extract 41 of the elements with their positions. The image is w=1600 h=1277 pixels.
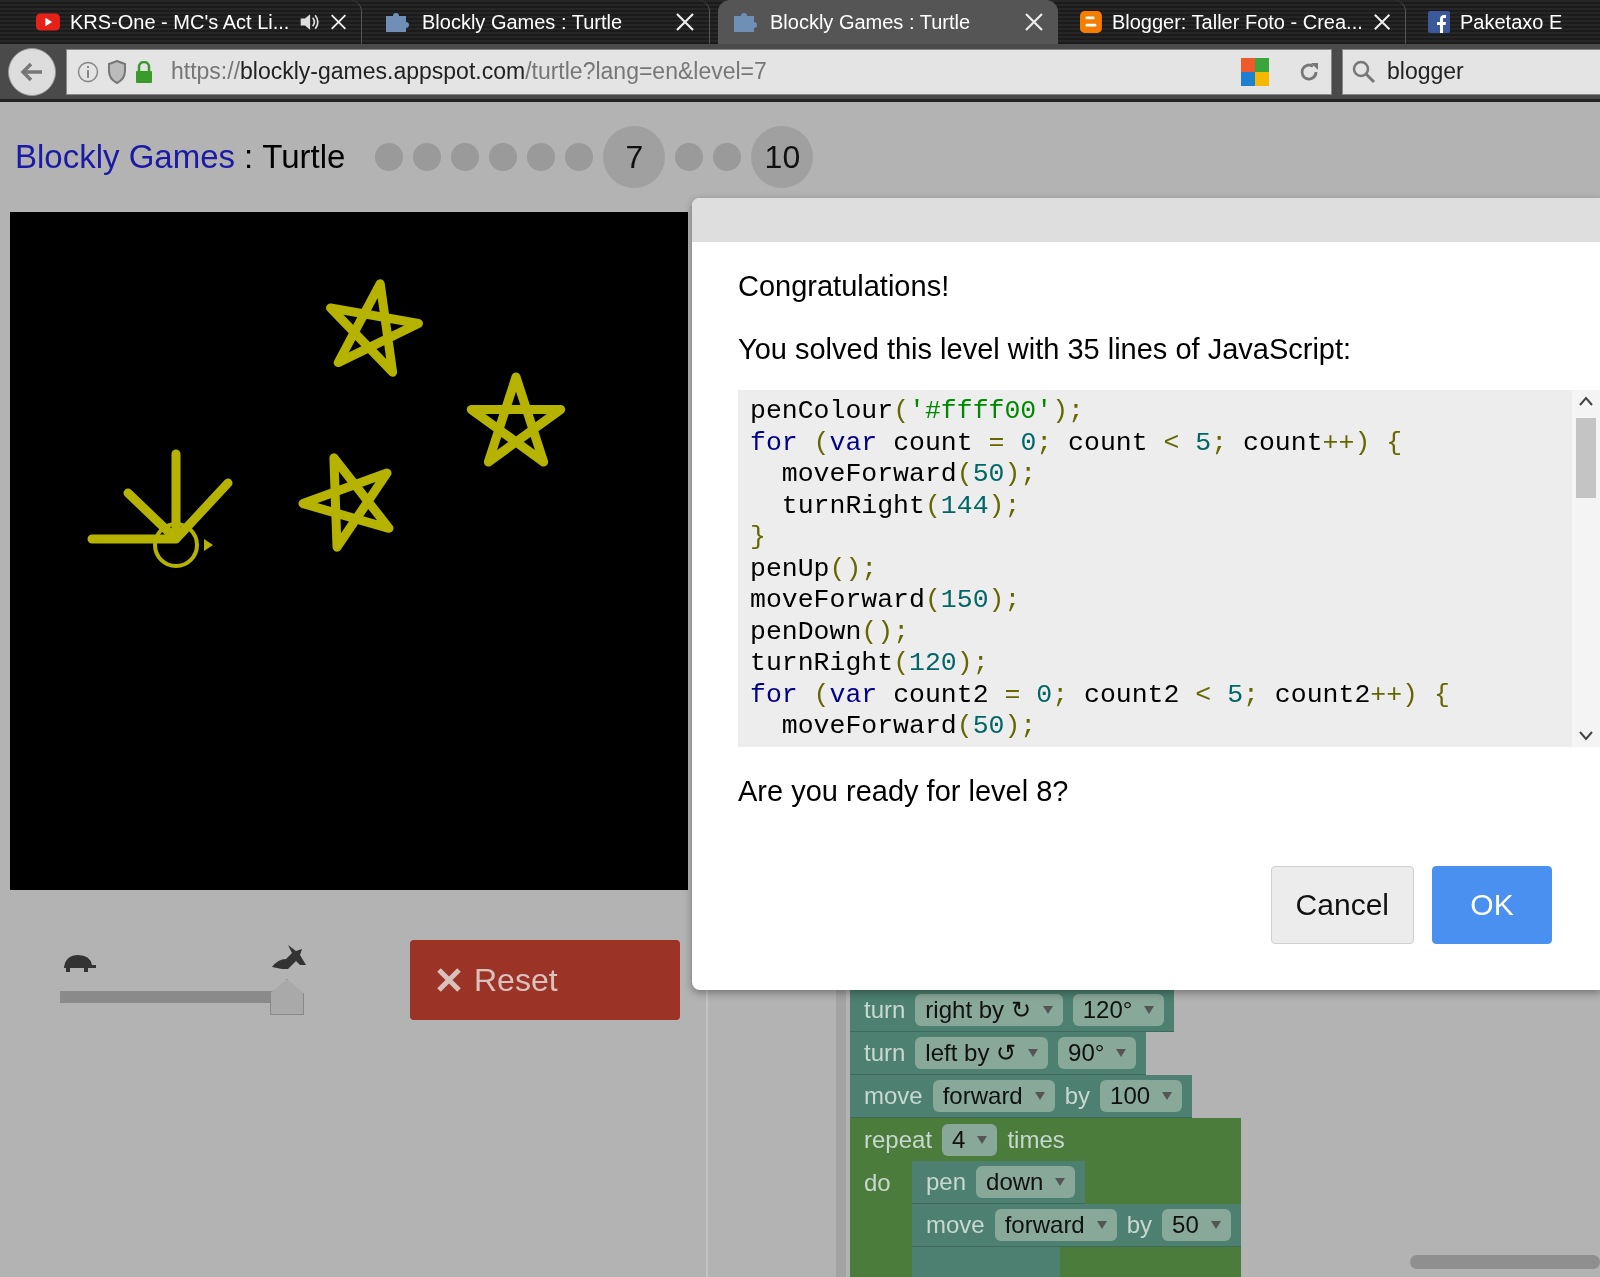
- block-label: do: [863, 1168, 892, 1198]
- browser-tab[interactable]: Blockly Games : Turtle: [718, 0, 1058, 44]
- repeat-block[interactable]: repeat 4 times do pen down move forward by 50: [850, 1118, 1241, 1277]
- block-dropdown[interactable]: left by ↺: [915, 1037, 1049, 1069]
- dialog-message: You solved this level with 35 lines of JavaScript:: [738, 333, 1353, 366]
- block-label: turn: [864, 996, 906, 1024]
- block-dropdown[interactable]: right by ↻: [915, 994, 1063, 1026]
- block-dropdown[interactable]: 90°: [1058, 1037, 1137, 1069]
- statement-block[interactable]: pen down: [912, 1161, 1086, 1204]
- url-text: https://blockly-games.appspot.com/turtle?lang=en&level=7: [171, 58, 768, 85]
- block-dropdown[interactable]: down: [976, 1166, 1076, 1198]
- block-label: repeat: [864, 1125, 933, 1154]
- block-label: turn: [864, 1039, 906, 1067]
- block-dropdown[interactable]: forward: [932, 1080, 1055, 1112]
- statement-block[interactable]: move forward by 100: [850, 1075, 1193, 1118]
- level-button[interactable]: 10: [751, 126, 814, 188]
- block-label: pen: [926, 1168, 967, 1196]
- statement-block[interactable]: turn right by ↻ 120°: [850, 989, 1175, 1032]
- statement-block[interactable]: turn left by ↺ 90°: [850, 1032, 1147, 1075]
- block-label: move: [926, 1211, 985, 1239]
- cancel-button[interactable]: Cancel: [1270, 866, 1414, 944]
- block-dropdown[interactable]: 4: [942, 1123, 998, 1156]
- title-separator: :: [244, 138, 254, 176]
- block-label: by: [1126, 1211, 1153, 1239]
- statement-block[interactable]: move forward by 50: [912, 1204, 1241, 1247]
- level-button[interactable]: 7: [603, 126, 666, 188]
- block-label: times: [1007, 1125, 1065, 1154]
- block-dropdown[interactable]: 100: [1100, 1080, 1183, 1112]
- address-field[interactable]: https://blockly-games.appspot.com/turtle?lang=en&level=7: [66, 48, 1332, 95]
- block-dropdown[interactable]: 120°: [1072, 994, 1165, 1026]
- code-listing: penColour('#ffff00'); for (var count = 0; count < 5; count++) { moveForward(50); turnRight(144); } penUp(); moveForward(150); penDown(); turnRight(120); for (var count2 = 0; count2 < 5; count2++) { moveForward(50);: [749, 395, 1451, 743]
- dialog-question: Are you ready for level 8?: [738, 775, 1070, 808]
- dialog-title: Congratulations!: [738, 270, 951, 303]
- block-label: by: [1064, 1082, 1091, 1110]
- block-label: move: [864, 1082, 923, 1110]
- reset-button[interactable]: Reset: [410, 940, 680, 1020]
- block-dropdown[interactable]: forward: [994, 1209, 1117, 1241]
- search-field[interactable]: blogger: [1342, 48, 1600, 95]
- game-title: Turtle: [262, 138, 346, 176]
- block-dropdown[interactable]: 50: [1162, 1209, 1231, 1241]
- site-link[interactable]: Blockly Games: [15, 138, 236, 176]
